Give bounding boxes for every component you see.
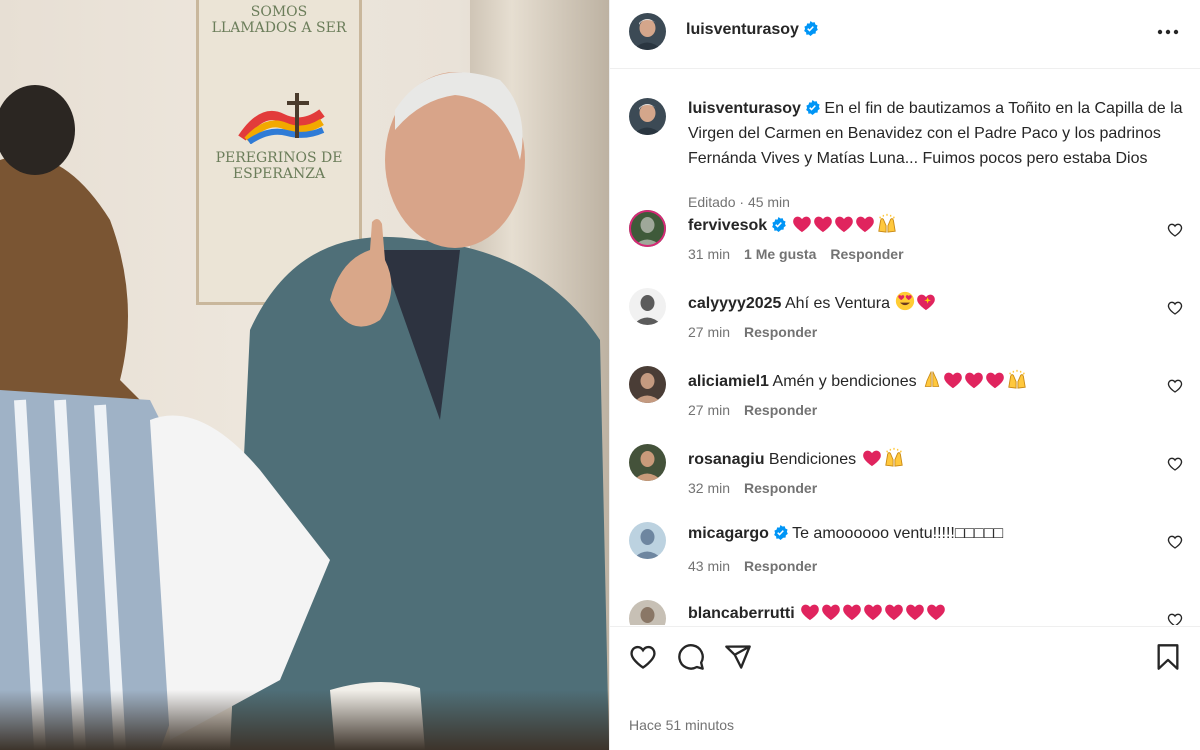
comment-text: Te amoooooo ventu!!!!!□□□□□ (792, 525, 1004, 542)
red-heart-emoji-icon (855, 216, 874, 233)
raising-hands-emoji-icon (884, 447, 903, 467)
comment-line: aliciamiel1 Amén y bendiciones (688, 369, 1028, 391)
comment-meta: 43 min Responder (688, 558, 831, 574)
heart-outline-icon[interactable] (629, 643, 657, 671)
red-heart-emoji-icon (834, 216, 853, 233)
photo-people (0, 72, 609, 750)
red-heart-emoji-icon (813, 216, 832, 233)
reply-button[interactable]: Responder (744, 558, 817, 574)
red-heart-emoji-icon (944, 372, 962, 389)
comment-line: rosanagiu Bendiciones (688, 447, 905, 469)
commenter-username[interactable]: rosanagiu (688, 451, 764, 468)
comment-like-heart-icon[interactable] (1167, 300, 1183, 316)
reply-button[interactable]: Responder (830, 246, 903, 262)
verified-badge-icon (772, 217, 786, 232)
caption-username[interactable]: luisventurasoy (688, 100, 801, 117)
verified-badge-icon (806, 100, 820, 115)
folded-hands-emoji-icon (924, 371, 940, 387)
comment-time: 31 min (688, 246, 731, 262)
commenter-avatar[interactable] (629, 288, 666, 325)
commenter-username[interactable]: aliciamiel1 (688, 373, 769, 390)
commenter-username[interactable]: calyyyy2025 (688, 295, 781, 312)
red-heart-emoji-icon (986, 372, 1004, 389)
comment-text: Ahí es Ventura (785, 295, 890, 312)
comment-item: micagargo Te amoooooo ventu!!!!!□□□□□ 43… (610, 522, 1200, 592)
comment-item: rosanagiu Bendiciones 32 min Responder (610, 444, 1200, 514)
post-photo: SOMOS LLAMADOS A SER PEREGRINOS DE ESPER… (0, 0, 609, 750)
caption-edited: Editado (688, 194, 736, 210)
comment-meta: 31 min 1 Me gusta Responder (688, 246, 918, 262)
comment-time: 43 min (688, 558, 731, 574)
author-username[interactable]: luisventurasoy (686, 21, 818, 39)
verified-badge-icon (804, 21, 818, 36)
commenter-username[interactable]: fervivesok (688, 217, 767, 234)
comment-line: fervivesok (688, 213, 898, 235)
comment-line: micagargo Te amoooooo ventu!!!!!□□□□□ (688, 525, 1003, 543)
comment-line: calyyyy2025 Ahí es Ventura (688, 291, 936, 313)
red-heart-emoji-icon (906, 604, 924, 621)
author-avatar[interactable] (629, 13, 666, 50)
red-heart-emoji-icon (927, 604, 945, 621)
commenter-username[interactable]: blancaberrutti (688, 605, 795, 622)
comment-item: fervivesok 31 min 1 Me gusta Responder (610, 210, 1200, 280)
reply-button[interactable]: Responder (744, 402, 817, 418)
comment-time: 27 min (688, 324, 731, 340)
comment-like-heart-icon[interactable] (1167, 612, 1183, 625)
red-heart-emoji-icon (822, 604, 840, 621)
raising-hands-emoji-icon (877, 213, 896, 233)
caption-time: 45 min (747, 194, 790, 210)
comments-section[interactable]: luisventurasoy En el fin de bautizamos a… (610, 70, 1200, 625)
commenter-avatar[interactable] (629, 600, 666, 625)
comment-text: Bendiciones (768, 451, 857, 468)
red-heart-emoji-icon (862, 450, 881, 467)
comment-meta: 27 min Responder (688, 402, 831, 418)
post-header: luisventurasoy (610, 0, 1200, 69)
red-heart-emoji-icon (864, 604, 882, 621)
caption-avatar[interactable] (629, 98, 666, 135)
commenter-avatar[interactable] (629, 210, 666, 247)
commenter-avatar[interactable] (629, 522, 666, 559)
verified-badge-icon (774, 525, 788, 540)
commenter-avatar[interactable] (629, 444, 666, 481)
comments-scrollbar[interactable] (1193, 70, 1200, 626)
heart-eyes-emoji-icon (896, 291, 915, 311)
post-panel: luisventurasoy luisventurasoy En el fin … (609, 0, 1200, 750)
more-horizontal-icon[interactable] (1155, 20, 1181, 44)
caption-body: luisventurasoy En el fin de bautizamos a… (688, 96, 1188, 171)
caption-meta: Editado · 45 min (688, 194, 790, 210)
comment-meta: 27 min Responder (688, 324, 831, 340)
comment-time: 27 min (688, 402, 731, 418)
comment-likes[interactable]: 1 Me gusta (744, 246, 816, 262)
comment-like-heart-icon[interactable] (1167, 222, 1183, 238)
comment-like-heart-icon[interactable] (1167, 378, 1183, 394)
comment-text: Amén y bendiciones (772, 373, 917, 390)
post-time-ago: Hace 51 minutos (629, 717, 735, 733)
raising-hands-emoji-icon (1008, 369, 1026, 389)
comment-time: 32 min (688, 480, 731, 496)
comment-like-heart-icon[interactable] (1167, 456, 1183, 472)
commenter-avatar[interactable] (629, 366, 666, 403)
comment-meta: 32 min Responder (688, 480, 831, 496)
comment-item: calyyyy2025 Ahí es Ventura 27 min Respond… (610, 288, 1200, 358)
red-heart-emoji-icon (843, 604, 861, 621)
commenter-username[interactable]: micagargo (688, 525, 769, 542)
bookmark-icon[interactable] (1154, 643, 1182, 671)
comment-item: blancaberrutti (610, 600, 1200, 625)
comment-like-heart-icon[interactable] (1167, 534, 1183, 550)
comment-bubble-icon[interactable] (677, 643, 705, 671)
photo-floor-shadow (0, 690, 609, 750)
post-actions: Hace 51 minutos (610, 626, 1200, 746)
comment-item: aliciamiel1 Amén y bendiciones 27 min Res… (610, 366, 1200, 436)
reply-button[interactable]: Responder (744, 480, 817, 496)
author-username-text[interactable]: luisventurasoy (686, 21, 799, 38)
paper-plane-icon[interactable] (724, 643, 752, 671)
red-heart-emoji-icon (801, 604, 819, 621)
reply-button[interactable]: Responder (744, 324, 817, 340)
red-heart-emoji-icon (792, 216, 811, 233)
sparkling-heart-emoji-icon (917, 294, 936, 311)
red-heart-emoji-icon (885, 604, 903, 621)
red-heart-emoji-icon (965, 372, 983, 389)
comment-line: blancaberrutti (688, 603, 946, 623)
